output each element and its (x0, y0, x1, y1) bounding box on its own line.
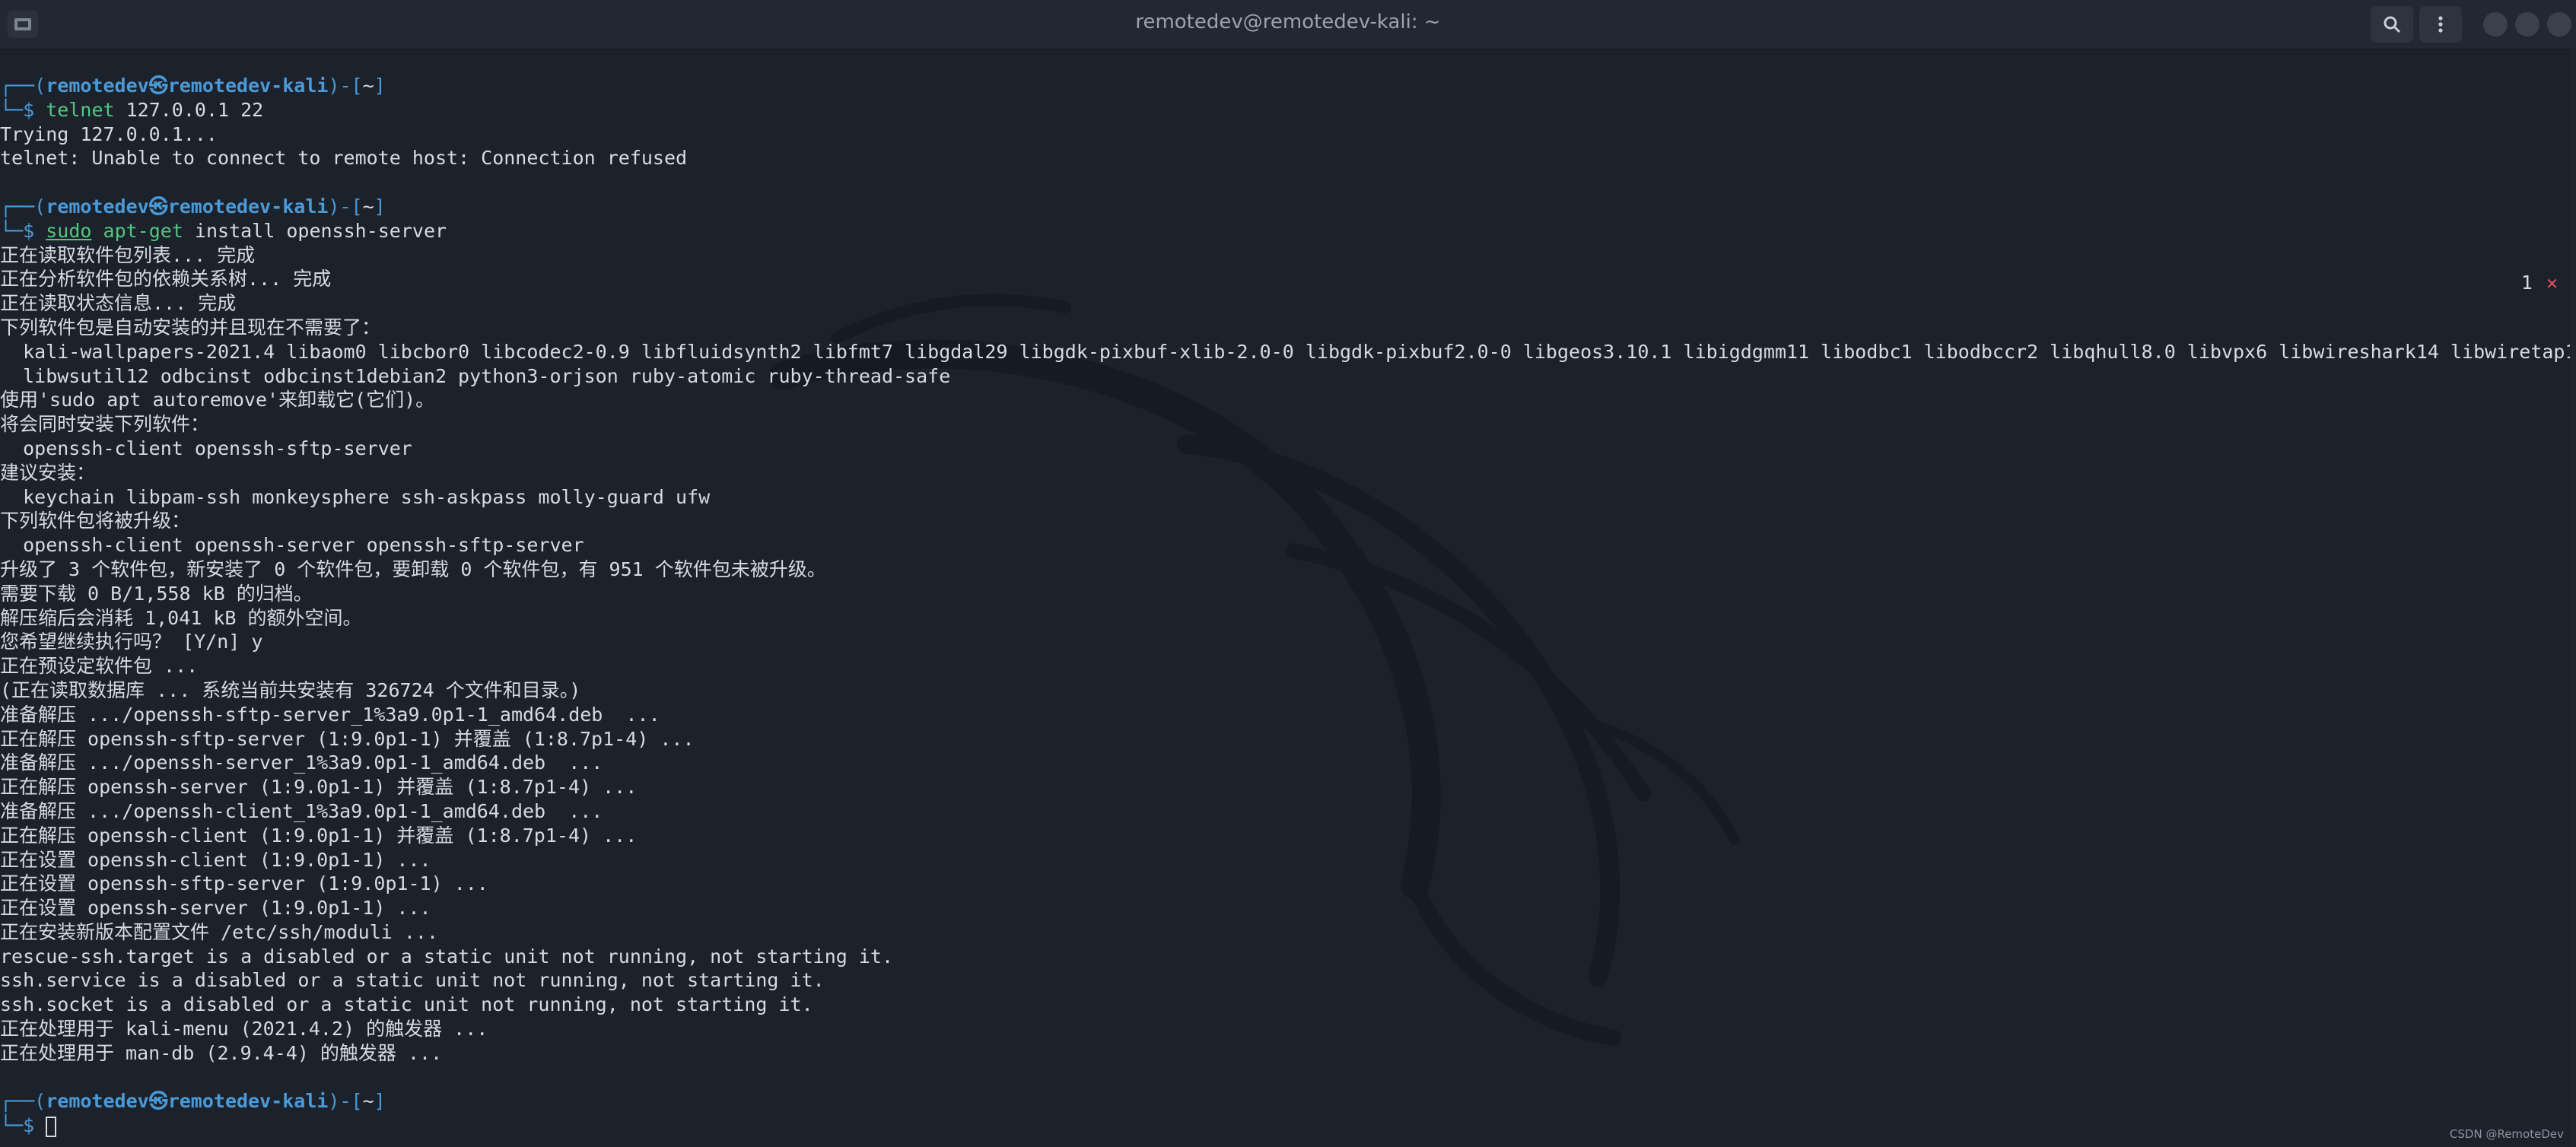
error-mark-icon: ✕ (2546, 272, 2558, 294)
search-icon (2384, 16, 2401, 33)
output-line: kali-wallpapers-2021.4 libaom0 libcbor0 … (0, 340, 2576, 363)
output-line: keychain libpam-ssh monkeysphere ssh-ask… (0, 485, 711, 508)
output-line: 正在读取状态信息... 完成 (0, 292, 237, 315)
window-title: remotedev@remotedev-kali: ~ (1135, 11, 1441, 33)
scrollbar[interactable] (2570, 49, 2576, 1147)
output-line: telnet: Unable to connect to remote host… (0, 147, 688, 170)
output-line: 正在解压 openssh-client (1:9.0p1-1) 并覆盖 (1:8… (0, 824, 638, 847)
output-line: libwsutil12 odbcinst odbcinst1debian2 py… (0, 364, 951, 387)
output-line: Trying 127.0.0.1... (0, 122, 218, 145)
prompt-line: ┌──(remotedev㉿remotedev-kali)-[~] (0, 195, 386, 218)
terminal-area[interactable]: ┌──(remotedev㉿remotedev-kali)-[~] └─$ te… (0, 49, 2576, 1147)
exit-code: 1 (2520, 272, 2533, 294)
output-line: 您希望继续执行吗？ [Y/n] y (0, 631, 263, 653)
output-line: openssh-client openssh-server openssh-sf… (0, 534, 584, 557)
close-button[interactable] (2547, 12, 2571, 37)
output-line: 使用'sudo apt autoremove'来卸载它(它们)。 (0, 389, 435, 411)
prompt-line: ┌──(remotedev㉿remotedev-kali)-[~] (0, 1090, 386, 1113)
menu-icon (2438, 16, 2443, 33)
output-line: (正在读取数据库 ... 系统当前共安装有 326724 个文件和目录。) (0, 678, 581, 701)
menu-button[interactable] (2419, 6, 2462, 43)
output-line: 正在解压 openssh-sftp-server (1:9.0p1-1) 并覆盖… (0, 727, 695, 750)
output-line: 正在设置 openssh-sftp-server (1:9.0p1-1) ... (0, 872, 488, 895)
output-line: 正在读取软件包列表... 完成 (0, 243, 256, 266)
output-line: 正在设置 openssh-server (1:9.0p1-1) ... (0, 897, 431, 920)
output-line: 正在处理用于 man-db (2.9.4-4) 的触发器 ... (0, 1041, 443, 1064)
input-line[interactable]: └─$ (0, 1114, 2576, 1138)
output-line: 正在设置 openssh-client (1:9.0p1-1) ... (0, 848, 431, 871)
output-line: 正在处理用于 kali-menu (2021.4.2) 的触发器 ... (0, 1018, 488, 1041)
exit-status: 1 ✕ (2521, 272, 2558, 294)
prompt-line: ┌──(remotedev㉿remotedev-kali)-[~] (0, 75, 386, 97)
output-line: 正在解压 openssh-server (1:9.0p1-1) 并覆盖 (1:8… (0, 776, 638, 799)
output-line: 正在安装新版本配置文件 /etc/ssh/moduli ... (0, 920, 439, 943)
minimize-button[interactable] (2483, 12, 2508, 37)
command-line: └─$ sudo apt-get install openssh-server (0, 219, 447, 242)
output-line: 准备解压 .../openssh-client_1%3a9.0p1-1_amd6… (0, 799, 603, 822)
output-line: 正在预设定软件包 ... (0, 655, 199, 678)
output-line: 解压缩后会消耗 1,041 kB 的额外空间。 (0, 606, 362, 629)
output-line: openssh-client openssh-sftp-server (0, 437, 412, 459)
output-line: 需要下载 0 B/1,558 kB 的归档。 (0, 582, 313, 605)
search-button[interactable] (2371, 6, 2413, 43)
maximize-button[interactable] (2515, 12, 2539, 37)
output-line: 将会同时安装下列软件： (0, 413, 210, 436)
command-line: └─$ telnet 127.0.0.1 22 (0, 98, 264, 121)
title-bar: remotedev@remotedev-kali: ~ (0, 0, 2576, 50)
output-line: ssh.service is a disabled or a static un… (0, 969, 825, 992)
output-line: 准备解压 .../openssh-sftp-server_1%3a9.0p1-1… (0, 703, 660, 726)
output-line: 下列软件包将被升级： (0, 510, 191, 532)
output-line: rescue-ssh.target is a disabled or a sta… (0, 945, 893, 967)
output-line: 下列软件包是自动安装的并且现在不需要了： (0, 316, 381, 338)
watermark: CSDN @RemoteDev (2449, 1127, 2564, 1141)
output-line: 升级了 3 个软件包，新安装了 0 个软件包，要卸载 0 个软件包，有 951 … (0, 558, 826, 580)
output-line: 正在分析软件包的依赖关系树... 完成 (0, 268, 332, 291)
text-cursor (46, 1116, 57, 1137)
output-line: 准备解压 .../openssh-server_1%3a9.0p1-1_amd6… (0, 751, 603, 774)
output-line: ssh.socket is a disabled or a static uni… (0, 993, 813, 1016)
terminal-output: ┌──(remotedev㉿remotedev-kali)-[~] └─$ te… (0, 74, 2576, 1138)
output-line: 建议安装： (0, 461, 96, 484)
